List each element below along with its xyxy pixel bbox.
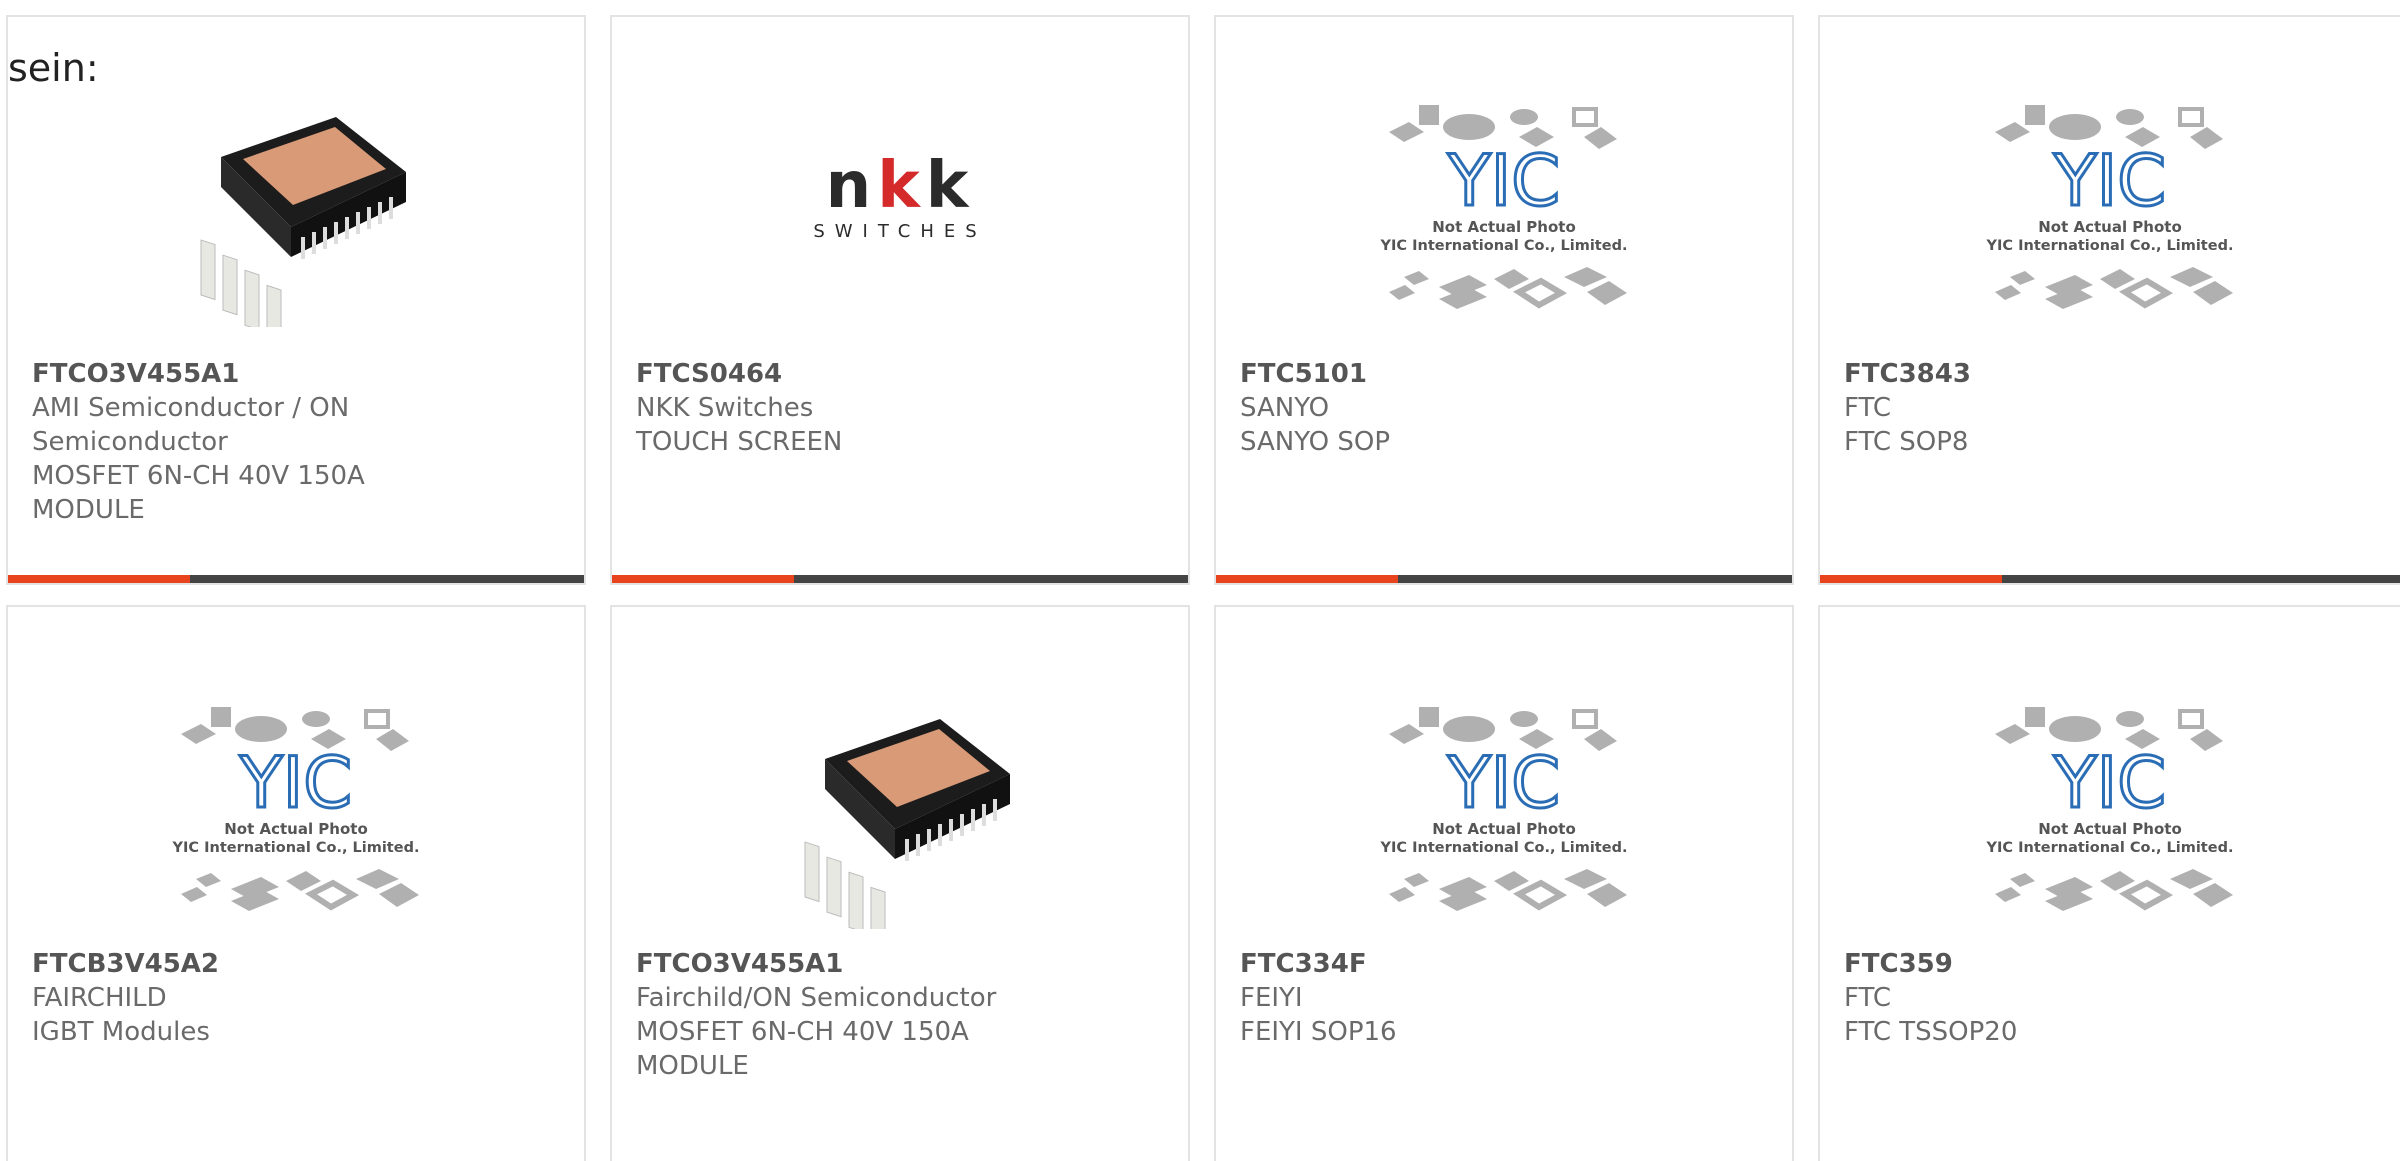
product-line: TOUCH SCREEN <box>636 427 843 457</box>
part-number[interactable]: FTC5101 <box>1240 357 1772 391</box>
product-line: MOSFET 6N-CH 40V 150A <box>636 1017 969 1047</box>
part-number[interactable]: FTCS0464 <box>636 357 1168 391</box>
product-info: FTCB3V45A2 FAIRCHILD IGBT Modules <box>32 947 564 1049</box>
product-image[interactable]: YIC Not Actual Photo YIC International Co.… <box>1975 689 2245 929</box>
svg-text:YIC: YIC <box>1447 140 1560 222</box>
svg-text:YIC International Co., Limited: YIC International Co., Limited. <box>1380 840 1628 856</box>
product-card[interactable]: nkk SWITCHES FTCS0464 NKK Switches TOUCH … <box>610 15 1190 585</box>
product-info: FTC334F FEIYI FEIYI SOP16 <box>1240 947 1772 1049</box>
product-image[interactable] <box>161 87 431 346</box>
card-bottom-bar <box>612 575 1188 583</box>
product-line: FEIYI <box>1240 983 1303 1013</box>
product-card[interactable]: YIC Not Actual Photo YIC International Co.… <box>6 605 586 1161</box>
product-line: FEIYI SOP16 <box>1240 1017 1397 1047</box>
yic-placeholder-icon: YICNot Actual Photo YIC International Co.… <box>1986 707 2234 911</box>
svg-text:Not Actual Photo: Not Actual Photo <box>2038 820 2182 838</box>
svg-text:SWITCHES: SWITCHES <box>813 221 986 242</box>
product-image[interactable] <box>765 689 1035 948</box>
ipm-module-icon <box>200 117 406 346</box>
product-image[interactable]: YIC Not Actual Photo YIC International Co.… <box>1369 689 1639 929</box>
card-bottom-bar <box>1820 575 2400 583</box>
product-image[interactable]: YIC Not Actual Photo YIC International Co.… <box>1975 87 2245 327</box>
product-line: SANYO SOP <box>1240 427 1391 457</box>
card-bottom-bar <box>8 575 584 583</box>
product-image[interactable]: nkk SWITCHES <box>765 87 1035 327</box>
product-info: FTC359 FTC FTC TSSOP20 <box>1844 947 2380 1049</box>
product-info: FTCO3V455A1 Fairchild/ON Semiconductor M… <box>636 947 1168 1083</box>
product-line: FTC SOP8 <box>1844 427 1969 457</box>
product-info: FTC5101 SANYO SANYO SOP <box>1240 357 1772 459</box>
yic-placeholder-icon: YICNot Actual Photo YIC International Co.… <box>1986 105 2234 309</box>
svg-text:Not Actual Photo: Not Actual Photo <box>224 820 368 838</box>
product-line: NKK Switches <box>636 393 814 423</box>
svg-text:YIC: YIC <box>1447 742 1560 824</box>
lead-text: sein: <box>8 46 99 90</box>
svg-text:YIC: YIC <box>239 742 352 824</box>
svg-text:YIC: YIC <box>2053 742 2166 824</box>
product-line: MODULE <box>32 495 145 525</box>
product-image[interactable]: YIC Not Actual Photo YIC International Co.… <box>1369 87 1639 327</box>
product-line: FTC <box>1844 393 1892 423</box>
product-card[interactable]: YIC Not Actual Photo YIC International Co.… <box>1818 605 2400 1161</box>
nkk-logo: nkkSWITCHES <box>813 149 986 242</box>
svg-text:Not Actual Photo: Not Actual Photo <box>1432 820 1576 838</box>
product-line: FTC TSSOP20 <box>1844 1017 2018 1047</box>
part-number[interactable]: FTC359 <box>1844 947 2380 981</box>
yic-placeholder-icon: YICNot Actual Photo YIC International Co.… <box>1380 105 1628 309</box>
product-line: Fairchild/ON Semiconductor <box>636 983 997 1013</box>
product-card[interactable]: YIC Not Actual Photo YIC International Co.… <box>1214 605 1794 1161</box>
ipm-module-icon <box>804 719 1010 948</box>
card-accent <box>1216 575 1398 583</box>
svg-text:Not Actual Photo: Not Actual Photo <box>1432 218 1576 236</box>
product-card[interactable]: FTCO3V455A1 Fairchild/ON Semiconductor M… <box>610 605 1190 1161</box>
part-number[interactable]: FTCO3V455A1 <box>636 947 1168 981</box>
product-line: MODULE <box>636 1051 749 1081</box>
product-image[interactable]: YIC Not Actual Photo YIC International Co.… <box>161 689 431 929</box>
part-number[interactable]: FTC3843 <box>1844 357 2380 391</box>
product-line: FTC <box>1844 983 1892 1013</box>
product-line: AMI Semiconductor / ON <box>32 393 350 423</box>
svg-text:YIC International Co., Limited: YIC International Co., Limited. <box>1380 238 1628 254</box>
product-info: FTCS0464 NKK Switches TOUCH SCREEN <box>636 357 1168 459</box>
svg-text:nkk: nkk <box>826 149 975 223</box>
svg-text:YIC International Co., Limited: YIC International Co., Limited. <box>172 840 420 856</box>
product-card[interactable]: FTCO3V455A1 AMI Semiconductor / ON Semic… <box>6 15 586 585</box>
yic-placeholder-icon: YICNot Actual Photo YIC International Co.… <box>172 707 420 911</box>
product-info: FTCO3V455A1 AMI Semiconductor / ON Semic… <box>32 357 564 527</box>
product-line: IGBT Modules <box>32 1017 210 1047</box>
part-number[interactable]: FTC334F <box>1240 947 1772 981</box>
svg-text:Not Actual Photo: Not Actual Photo <box>2038 218 2182 236</box>
svg-text:YIC: YIC <box>2053 140 2166 222</box>
product-card[interactable]: YIC Not Actual Photo YIC International Co.… <box>1818 15 2400 585</box>
card-bottom-bar <box>1216 575 1792 583</box>
product-line: SANYO <box>1240 393 1330 423</box>
product-info: FTC3843 FTC FTC SOP8 <box>1844 357 2380 459</box>
product-card[interactable]: YIC Not Actual Photo YIC International Co.… <box>1214 15 1794 585</box>
product-grid-page: sein: FTCO3V455A1 AMI Semiconductor / ON… <box>0 0 2400 1161</box>
yic-placeholder-icon: YICNot Actual Photo YIC International Co.… <box>1380 707 1628 911</box>
card-accent <box>8 575 190 583</box>
card-accent <box>1820 575 2002 583</box>
svg-text:YIC International Co., Limited: YIC International Co., Limited. <box>1986 238 2234 254</box>
part-number[interactable]: FTCB3V45A2 <box>32 947 564 981</box>
product-line: FAIRCHILD <box>32 983 167 1013</box>
product-line: MOSFET 6N-CH 40V 150A <box>32 461 365 491</box>
card-accent <box>612 575 794 583</box>
product-line: Semiconductor <box>32 427 228 457</box>
svg-text:YIC International Co., Limited: YIC International Co., Limited. <box>1986 840 2234 856</box>
part-number[interactable]: FTCO3V455A1 <box>32 357 564 391</box>
